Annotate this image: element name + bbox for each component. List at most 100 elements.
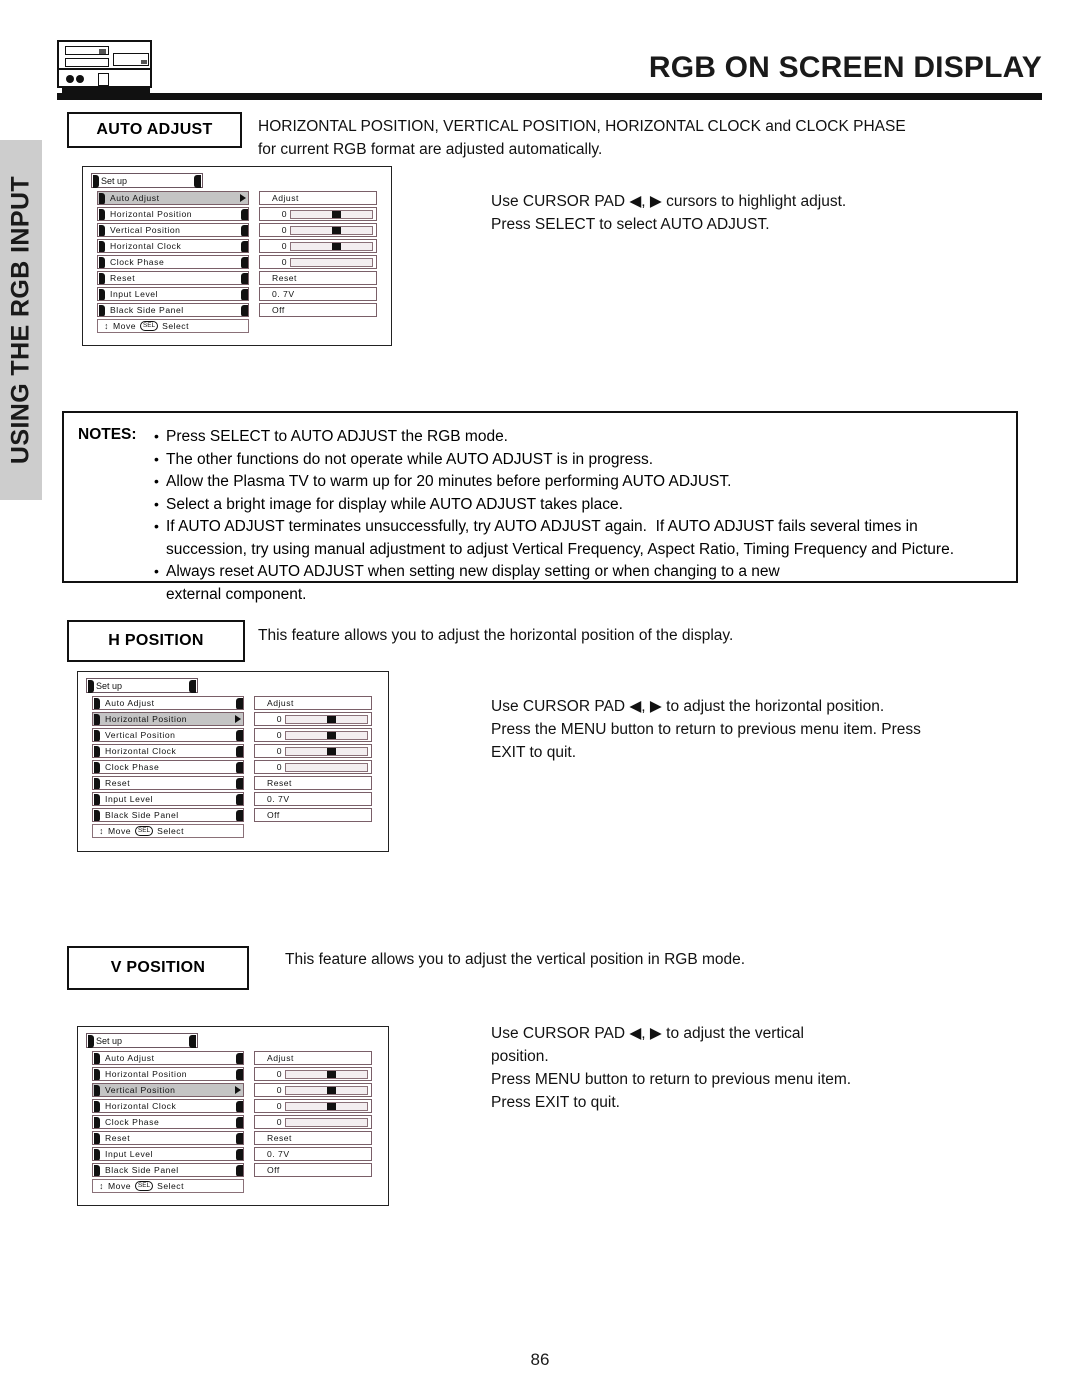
osd-row[interactable]: Reset Reset — [86, 1131, 380, 1145]
osd-value-slider[interactable]: 0 — [254, 728, 372, 742]
osd-row[interactable]: Clock Phase 0 — [91, 255, 383, 269]
osd-slider-track[interactable] — [290, 257, 373, 267]
osd-item-label[interactable]: Black Side Panel — [92, 808, 244, 822]
osd-slider-track[interactable] — [285, 746, 368, 756]
osd-row[interactable]: Horizontal Clock 0 — [91, 239, 383, 253]
osd-value-slider[interactable]: 0 — [254, 760, 372, 774]
osd-slider-track[interactable] — [285, 1085, 368, 1095]
av-component-icon-slot-2 — [65, 58, 109, 67]
osd-row[interactable]: Input Level 0. 7V — [86, 792, 380, 806]
osd-row[interactable]: Auto Adjust Adjust — [91, 191, 383, 205]
osd-item-label[interactable]: Horizontal Clock — [92, 1099, 244, 1113]
osd-slider-thumb[interactable] — [326, 1103, 336, 1110]
osd-value-text[interactable]: Off — [254, 808, 372, 822]
osd-slider-thumb[interactable] — [331, 227, 341, 234]
osd-value-text[interactable]: 0. 7V — [254, 1147, 372, 1161]
osd-item-label[interactable]: Input Level — [92, 1147, 244, 1161]
osd-slider-track[interactable] — [290, 225, 373, 235]
osd-value-slider[interactable]: 0 — [254, 1083, 372, 1097]
osd-value-text[interactable]: Reset — [254, 1131, 372, 1145]
osd-slider-thumb[interactable] — [326, 732, 336, 739]
osd-row[interactable]: Input Level 0. 7V — [86, 1147, 380, 1161]
osd-row[interactable]: Reset Reset — [91, 271, 383, 285]
osd-slider-thumb[interactable] — [326, 716, 336, 723]
osd-value-text[interactable]: Off — [259, 303, 377, 317]
osd-row[interactable]: Black Side Panel Off — [86, 1163, 380, 1177]
osd-slider-track[interactable] — [285, 714, 368, 724]
osd-value-slider[interactable]: 0 — [254, 1115, 372, 1129]
osd-item-label[interactable]: Auto Adjust — [92, 1051, 244, 1065]
osd-row[interactable]: Input Level 0. 7V — [91, 287, 383, 301]
osd-slider-thumb[interactable] — [326, 1087, 336, 1094]
osd-value-slider[interactable]: 0 — [259, 223, 377, 237]
osd-item-label[interactable]: Vertical Position — [92, 1083, 244, 1097]
osd-slider-track[interactable] — [285, 1101, 368, 1111]
osd-slider-thumb[interactable] — [331, 243, 341, 250]
osd-value-text[interactable]: Off — [254, 1163, 372, 1177]
osd-item-label[interactable]: Black Side Panel — [92, 1163, 244, 1177]
osd-value-text[interactable]: Reset — [254, 776, 372, 790]
osd-item-label[interactable]: Horizontal Clock — [92, 744, 244, 758]
osd-row[interactable]: Vertical Position 0 — [86, 1083, 380, 1097]
osd-row[interactable]: Black Side Panel Off — [91, 303, 383, 317]
osd-row[interactable]: Horizontal Position 0 — [91, 207, 383, 221]
osd-row[interactable]: Horizontal Clock 0 — [86, 744, 380, 758]
osd-item-label[interactable]: Vertical Position — [97, 223, 249, 237]
header-rule — [57, 93, 1042, 100]
osd-row[interactable]: Vertical Position 0 — [91, 223, 383, 237]
osd-slider-value: 0 — [276, 1101, 282, 1111]
osd-slider-track[interactable] — [285, 730, 368, 740]
osd-title-text: Set up — [101, 175, 128, 186]
osd-slider-track[interactable] — [285, 1069, 368, 1079]
osd-value-slider[interactable]: 0 — [254, 1099, 372, 1113]
osd-value-slider[interactable]: 0 — [254, 744, 372, 758]
osd-row[interactable]: Horizontal Position 0 — [86, 1067, 380, 1081]
osd-value-text[interactable]: Adjust — [254, 1051, 372, 1065]
osd-value-slider[interactable]: 0 — [259, 239, 377, 253]
osd-row[interactable]: Black Side Panel Off — [86, 808, 380, 822]
osd-item-label[interactable]: Horizontal Position — [92, 712, 244, 726]
osd-slider-track[interactable] — [285, 1117, 368, 1127]
osd-item-label[interactable]: Input Level — [92, 792, 244, 806]
osd-value-text[interactable]: Adjust — [254, 696, 372, 710]
osd-value-text[interactable]: Adjust — [259, 191, 377, 205]
osd-value-slider[interactable]: 0 — [259, 255, 377, 269]
osd-value-slider[interactable]: 0 — [259, 207, 377, 221]
osd-row[interactable]: Vertical Position 0 — [86, 728, 380, 742]
osd-value-text[interactable]: Reset — [259, 271, 377, 285]
av-component-icon — [57, 40, 152, 88]
osd-value-slider[interactable]: 0 — [254, 712, 372, 726]
osd-item-label[interactable]: Reset — [92, 1131, 244, 1145]
osd-row[interactable]: Horizontal Clock 0 — [86, 1099, 380, 1113]
osd-item-label[interactable]: Black Side Panel — [97, 303, 249, 317]
osd-item-label[interactable]: Vertical Position — [92, 728, 244, 742]
up-down-arrow-icon: ↕ — [104, 320, 109, 331]
osd-item-label[interactable]: Horizontal Position — [92, 1067, 244, 1081]
osd-slider-track[interactable] — [290, 209, 373, 219]
osd-item-label[interactable]: Auto Adjust — [92, 696, 244, 710]
osd-slider-thumb[interactable] — [331, 211, 341, 218]
osd-item-label[interactable]: Clock Phase — [92, 1115, 244, 1129]
osd-value-text[interactable]: 0. 7V — [259, 287, 377, 301]
osd-value-text[interactable]: 0. 7V — [254, 792, 372, 806]
osd-hint-bar: ↕ Move SEL Select — [97, 319, 249, 333]
osd-item-label[interactable]: Horizontal Clock — [97, 239, 249, 253]
osd-item-label[interactable]: Input Level — [97, 287, 249, 301]
osd-slider-track[interactable] — [290, 241, 373, 251]
osd-item-label[interactable]: Horizontal Position — [97, 207, 249, 221]
osd-row[interactable]: Auto Adjust Adjust — [86, 696, 380, 710]
osd-value-slider[interactable]: 0 — [254, 1067, 372, 1081]
osd-item-label[interactable]: Clock Phase — [92, 760, 244, 774]
osd-row[interactable]: Reset Reset — [86, 776, 380, 790]
osd-slider-thumb[interactable] — [326, 748, 336, 755]
osd-row[interactable]: Auto Adjust Adjust — [86, 1051, 380, 1065]
osd-item-label[interactable]: Auto Adjust — [97, 191, 249, 205]
osd-slider-thumb[interactable] — [326, 1071, 336, 1078]
osd-row[interactable]: Clock Phase 0 — [86, 1115, 380, 1129]
osd-item-label[interactable]: Reset — [92, 776, 244, 790]
osd-item-label[interactable]: Reset — [97, 271, 249, 285]
osd-row[interactable]: Clock Phase 0 — [86, 760, 380, 774]
osd-slider-track[interactable] — [285, 762, 368, 772]
osd-item-label[interactable]: Clock Phase — [97, 255, 249, 269]
osd-row[interactable]: Horizontal Position 0 — [86, 712, 380, 726]
